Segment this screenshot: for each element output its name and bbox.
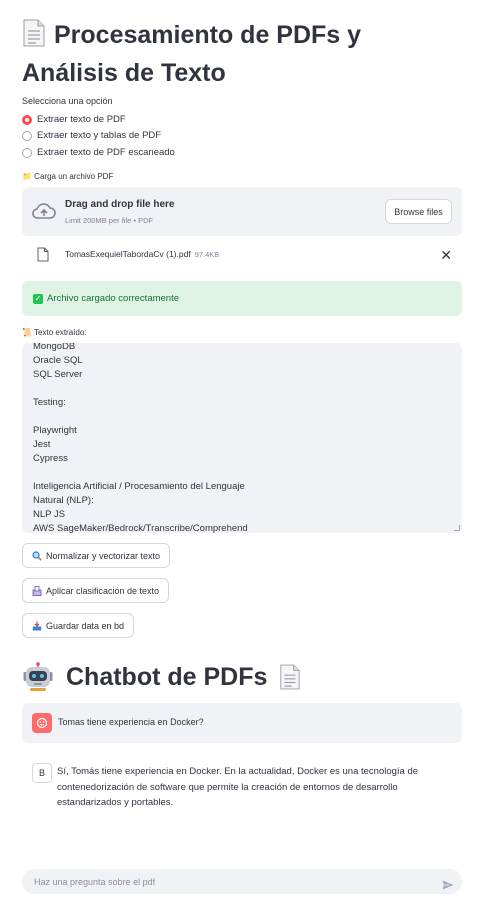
chatbot-title: Chatbot de PDFs: [22, 660, 301, 694]
assistant-avatar: B: [32, 763, 52, 783]
file-name-text: TomasExequielTabordaCv (1).pdf: [65, 249, 191, 259]
chat-input[interactable]: [22, 869, 462, 894]
chat-message-user: Tomas tiene experiencia en Docker?: [22, 703, 462, 743]
radio-option-label: Extraer texto y tablas de PDF: [37, 130, 162, 141]
classify-button-label: Aplicar clasificación de texto: [46, 585, 160, 596]
page-title: Procesamiento de PDFs y Análisis de Text…: [22, 18, 462, 90]
extracted-text: MongoDB Oracle SQL SQL Server Testing: P…: [33, 343, 248, 533]
file-icon: [37, 247, 49, 267]
dropzone-instructions: Drag and drop file here: [65, 199, 175, 210]
inbox-tray-icon: [32, 621, 42, 631]
page-facing-up-icon: [279, 664, 301, 690]
magnifier-icon: [32, 550, 42, 561]
success-alert: ✓ Archivo cargado correctamente: [22, 281, 462, 316]
file-dropzone[interactable]: Drag and drop file here Limit 200MB per …: [22, 187, 462, 236]
radio-option-extract-text-tables[interactable]: Extraer texto y tablas de PDF: [22, 130, 161, 141]
radio-selected-icon[interactable]: [22, 114, 32, 125]
user-message-text: Tomas tiene experiencia en Docker?: [58, 717, 204, 727]
success-message: Archivo cargado correctamente: [47, 293, 180, 304]
extracted-text-label: 📜 Texto extraído:: [22, 328, 87, 337]
file-size: 97.4KB: [194, 250, 220, 259]
resize-handle[interactable]: [454, 525, 460, 531]
robot-icon: [22, 662, 54, 692]
cloud-upload-icon: [32, 202, 56, 225]
radio-option-label: Extraer texto de PDF escaneado: [37, 147, 175, 158]
chatbot-title-text: Chatbot de PDFs: [66, 662, 268, 691]
assistant-message-text: Sí, Tomás tiene experiencia en Docker. E…: [57, 766, 419, 808]
apply-classification-button[interactable]: Aplicar clasificación de texto: [22, 578, 170, 603]
uploaded-file: TomasExequielTabordaCv (1).pdf 97.4KB ✕: [22, 244, 462, 268]
radio-unselected-icon[interactable]: [22, 147, 32, 158]
file-name: TomasExequielTabordaCv (1).pdf 97.4KB: [65, 249, 219, 259]
send-icon[interactable]: [442, 877, 454, 895]
remove-file-close-icon[interactable]: ✕: [440, 247, 452, 264]
page-title-text: Procesamiento de PDFs y Análisis de Text…: [22, 21, 362, 87]
radio-option-extract-text[interactable]: Extraer texto de PDF: [22, 114, 126, 125]
radio-option-extract-scanned[interactable]: Extraer texto de PDF escaneado: [22, 147, 175, 158]
normalize-vectorize-button[interactable]: Normalizar y vectorizar texto: [22, 543, 171, 568]
radio-option-label: Extraer texto de PDF: [37, 114, 126, 125]
check-icon: ✓: [33, 293, 43, 304]
page-facing-up-icon: [22, 19, 46, 56]
save-data-button[interactable]: Guardar data en bd: [22, 613, 135, 638]
uploader-label: 📁 Carga un archivo PDF: [22, 172, 114, 181]
dropzone-limit: Limit 200MB per file • PDF: [65, 216, 154, 225]
radio-unselected-icon[interactable]: [22, 130, 32, 141]
options-label: Selecciona una opción: [22, 96, 113, 106]
extracted-text-area[interactable]: MongoDB Oracle SQL SQL Server Testing: P…: [22, 343, 462, 533]
user-avatar-icon: [32, 713, 52, 733]
ballot-box-icon: [32, 585, 42, 596]
save-button-label: Guardar data en bd: [46, 620, 125, 631]
normalize-button-label: Normalizar y vectorizar texto: [46, 550, 161, 561]
browse-files-button[interactable]: Browse files: [385, 199, 452, 224]
